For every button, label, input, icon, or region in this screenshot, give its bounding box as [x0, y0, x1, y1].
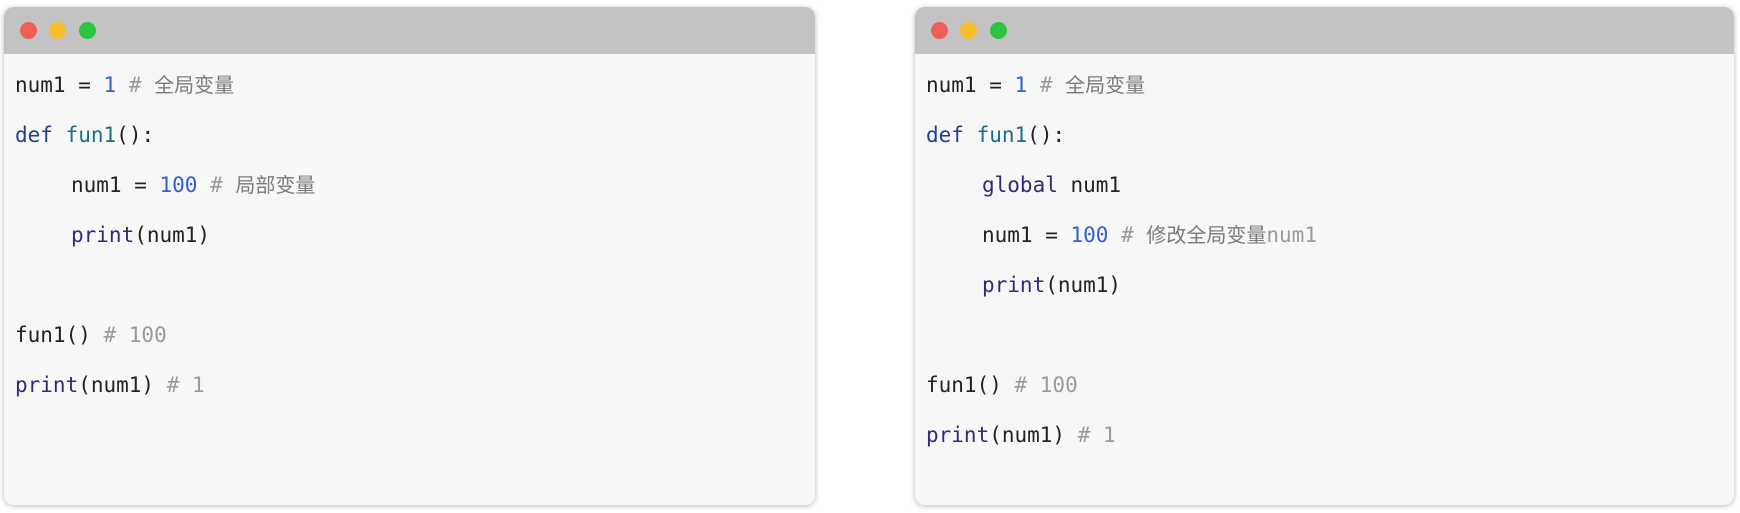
- code-line: global num1: [926, 170, 1121, 200]
- comment-hash: #: [1027, 73, 1066, 97]
- comment-text-tail: num1: [1266, 223, 1317, 247]
- code-line: print(num1): [926, 270, 1121, 300]
- variable-name: num1: [71, 173, 122, 197]
- close-dot-icon: [931, 22, 948, 39]
- code-line: num1 = 1 # 全局变量: [15, 70, 234, 100]
- comment-hash: #: [1108, 223, 1147, 247]
- punctuation: ():: [1027, 123, 1066, 147]
- arguments: (num1): [134, 223, 211, 247]
- comment-text: 全局变量: [154, 73, 235, 97]
- arguments: (num1): [1045, 273, 1122, 297]
- comment-hash: #: [197, 173, 236, 197]
- code-line: print(num1): [15, 220, 210, 250]
- arguments: (num1): [78, 373, 155, 397]
- minimize-dot-icon: [960, 22, 977, 39]
- variable-name: num1: [15, 73, 66, 97]
- operator: =: [121, 173, 160, 197]
- builtin-function: print: [982, 273, 1046, 297]
- variable-name: num1: [1057, 173, 1122, 197]
- code-window-global: num1 = 1 # 全局变量 def fun1(): global num1 …: [915, 7, 1734, 505]
- number-literal: 1: [103, 73, 117, 97]
- operator: =: [65, 73, 104, 97]
- comment-text: 局部变量: [235, 173, 316, 197]
- function-call: fun1(): [15, 323, 91, 347]
- arguments: (num1): [989, 423, 1066, 447]
- code-line: num1 = 100 # 修改全局变量num1: [926, 220, 1317, 250]
- code-line: fun1() # 100: [926, 370, 1078, 400]
- builtin-function: print: [15, 373, 79, 397]
- function-call: fun1(): [926, 373, 1002, 397]
- window-titlebar: [915, 7, 1734, 54]
- keyword: def: [15, 123, 53, 147]
- comment-text: # 100: [1001, 373, 1078, 397]
- comment-text: 全局变量: [1065, 73, 1146, 97]
- comment-text: # 1: [1065, 423, 1116, 447]
- code-line: fun1() # 100: [15, 320, 167, 350]
- operator: =: [1032, 223, 1071, 247]
- comment-text: # 1: [154, 373, 205, 397]
- number-literal: 100: [1070, 223, 1109, 247]
- punctuation: ():: [116, 123, 155, 147]
- code-line: num1 = 100 # 局部变量: [15, 170, 315, 200]
- code-window-local: num1 = 1 # 全局变量 def fun1(): num1 = 100 #…: [4, 7, 815, 505]
- keyword-global: global: [982, 173, 1058, 197]
- code-line: num1 = 1 # 全局变量: [926, 70, 1145, 100]
- variable-name: num1: [926, 73, 977, 97]
- minimize-dot-icon: [49, 22, 66, 39]
- builtin-function: print: [71, 223, 135, 247]
- variable-name: num1: [982, 223, 1033, 247]
- comment-text: # 100: [90, 323, 167, 347]
- code-line: def fun1():: [15, 120, 154, 150]
- function-name: fun1: [976, 123, 1028, 147]
- builtin-function: print: [926, 423, 990, 447]
- window-titlebar: [4, 7, 815, 54]
- close-dot-icon: [20, 22, 37, 39]
- code-line: def fun1():: [926, 120, 1065, 150]
- function-name: fun1: [65, 123, 117, 147]
- number-literal: 1: [1014, 73, 1028, 97]
- maximize-dot-icon: [79, 22, 96, 39]
- comment-hash: #: [116, 73, 155, 97]
- code-line: print(num1) # 1: [926, 420, 1116, 450]
- maximize-dot-icon: [990, 22, 1007, 39]
- number-literal: 100: [159, 173, 198, 197]
- keyword: def: [926, 123, 964, 147]
- comment-text: 修改全局变量: [1146, 223, 1267, 247]
- operator: =: [976, 73, 1015, 97]
- code-line: print(num1) # 1: [15, 370, 205, 400]
